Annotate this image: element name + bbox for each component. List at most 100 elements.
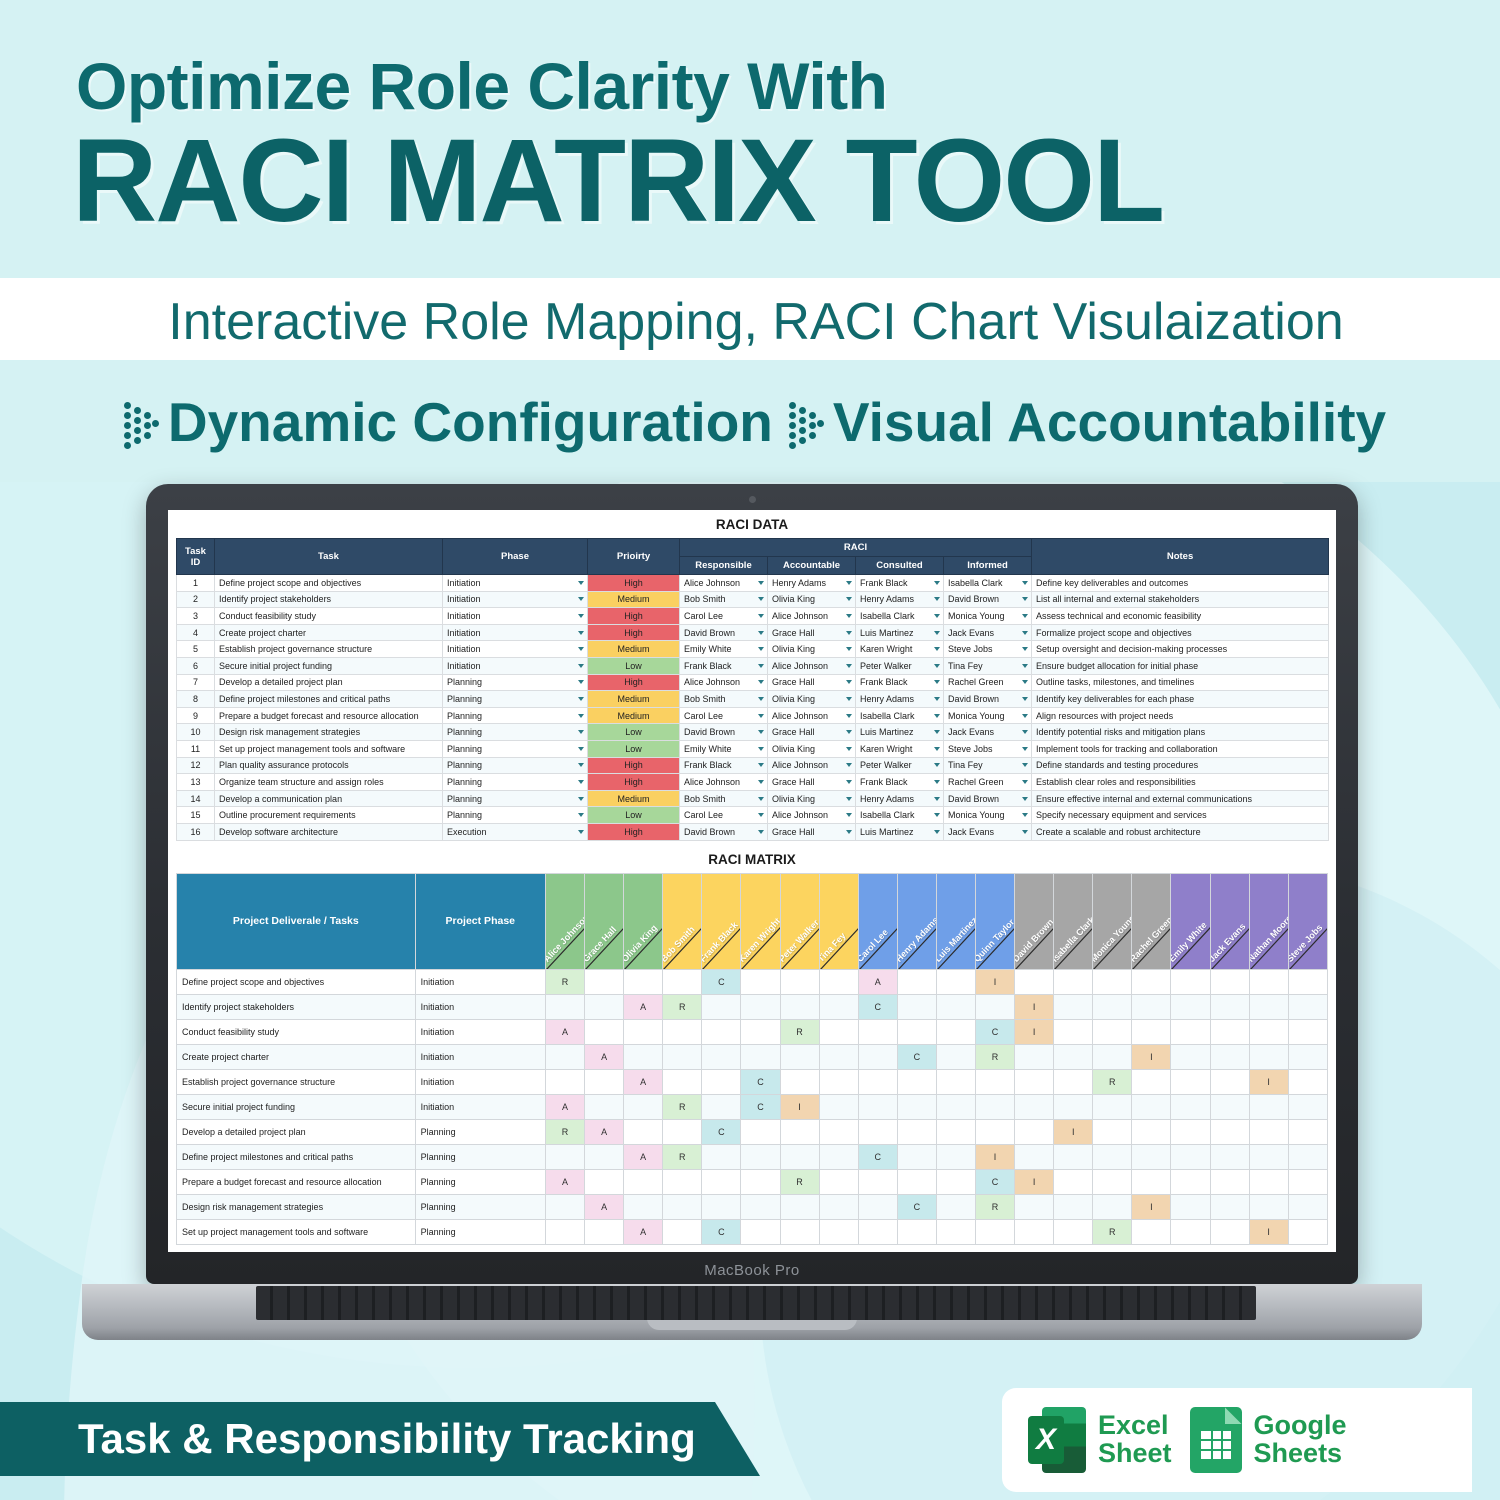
matrix-person-header-tina-fey[interactable]: Tina Fey: [818, 872, 859, 970]
cell-consulted-dropdown[interactable]: Karen Wright: [855, 640, 944, 658]
matrix-cell-I[interactable]: I: [1248, 1218, 1289, 1245]
matrix-cell-empty[interactable]: [1092, 1018, 1133, 1045]
cell-consulted-dropdown[interactable]: Henry Adams: [855, 590, 944, 609]
matrix-cell-empty[interactable]: [779, 1143, 820, 1170]
matrix-person-header-bob-smith[interactable]: Bob Smith: [662, 872, 703, 970]
matrix-cell-empty[interactable]: [1053, 1068, 1094, 1095]
matrix-cell-I[interactable]: I: [1053, 1118, 1094, 1145]
matrix-cell-I[interactable]: I: [974, 968, 1016, 995]
matrix-cell-C[interactable]: C: [701, 1218, 742, 1245]
matrix-cell-A[interactable]: A: [544, 1018, 586, 1045]
cell-consulted-dropdown[interactable]: Frank Black: [855, 773, 944, 791]
matrix-cell-C[interactable]: C: [701, 1118, 742, 1145]
cell-consulted-dropdown[interactable]: Isabella Clark: [855, 607, 944, 625]
cell-consulted-dropdown[interactable]: Karen Wright: [855, 739, 944, 758]
matrix-cell-empty[interactable]: [584, 968, 625, 995]
cell-informed-dropdown[interactable]: Tina Fey: [942, 656, 1033, 675]
matrix-cell-empty[interactable]: [701, 1143, 742, 1170]
matrix-cell-empty[interactable]: [818, 1168, 859, 1195]
cell-responsible-dropdown[interactable]: Bob Smith: [679, 789, 768, 808]
matrix-cell-empty[interactable]: [818, 1143, 859, 1170]
matrix-row[interactable]: Define project milestones and critical p…: [176, 1143, 1329, 1170]
matrix-cell-empty[interactable]: [1092, 1193, 1133, 1220]
cell-accountable-dropdown[interactable]: Grace Hall: [767, 773, 856, 791]
matrix-cell-empty[interactable]: [974, 1218, 1016, 1245]
cell-priority-dropdown[interactable]: Medium: [587, 690, 680, 708]
cell-accountable-dropdown[interactable]: Olivia King: [767, 590, 856, 609]
cell-priority-dropdown[interactable]: Medium: [587, 640, 680, 658]
matrix-cell-empty[interactable]: [935, 993, 976, 1020]
col-header-task[interactable]: Task: [214, 538, 443, 575]
matrix-cell-empty[interactable]: [1053, 1018, 1094, 1045]
matrix-person-header-alice-johnson[interactable]: Alice Johnson: [544, 872, 586, 970]
matrix-cell-empty[interactable]: [623, 1168, 664, 1195]
matrix-cell-empty[interactable]: [1209, 1068, 1250, 1095]
matrix-cell-I[interactable]: I: [779, 1093, 820, 1120]
cell-phase-dropdown[interactable]: Planning: [442, 773, 588, 791]
matrix-cell-empty[interactable]: [1170, 1093, 1211, 1120]
matrix-row[interactable]: Identify project stakeholders Initiation A…: [176, 993, 1329, 1020]
matrix-cell-empty[interactable]: [1170, 1043, 1211, 1070]
matrix-cell-I[interactable]: I: [1014, 1168, 1055, 1195]
matrix-person-header-peter-walker[interactable]: Peter Walker: [779, 872, 820, 970]
matrix-col-header-deliverable[interactable]: Project Deliverale / Tasks: [176, 872, 416, 970]
matrix-cell-empty[interactable]: [623, 1093, 664, 1120]
matrix-cell-R[interactable]: R: [544, 1118, 586, 1145]
cell-responsible-dropdown[interactable]: Alice Johnson: [679, 673, 768, 692]
matrix-cell-empty[interactable]: [1248, 1043, 1289, 1070]
matrix-cell-empty[interactable]: [1248, 1118, 1289, 1145]
matrix-cell-empty[interactable]: [1092, 1043, 1133, 1070]
matrix-cell-empty[interactable]: [1131, 1018, 1172, 1045]
cell-responsible-dropdown[interactable]: Carol Lee: [679, 806, 768, 824]
cell-informed-dropdown[interactable]: Jack Evans: [942, 723, 1033, 741]
matrix-cell-empty[interactable]: [935, 1143, 976, 1170]
matrix-cell-empty[interactable]: [935, 1218, 976, 1245]
matrix-cell-empty[interactable]: [974, 1068, 1016, 1095]
table-row[interactable]: 15 Outline procurement requirements Planni…: [176, 806, 1330, 824]
cell-accountable-dropdown[interactable]: Alice Johnson: [767, 607, 856, 625]
matrix-cell-empty[interactable]: [740, 993, 781, 1020]
matrix-row[interactable]: Create project charter Initiation A C R I: [176, 1043, 1329, 1070]
matrix-cell-empty[interactable]: [544, 1043, 586, 1070]
matrix-cell-empty[interactable]: [1209, 1193, 1250, 1220]
matrix-cell-empty[interactable]: [662, 1043, 703, 1070]
matrix-cell-empty[interactable]: [701, 1043, 742, 1070]
cell-priority-dropdown[interactable]: Low: [587, 723, 680, 741]
cell-accountable-dropdown[interactable]: Alice Johnson: [767, 806, 856, 824]
table-row[interactable]: 7 Develop a detailed project plan Planning…: [176, 673, 1330, 692]
matrix-cell-empty[interactable]: [818, 1018, 859, 1045]
matrix-cell-empty[interactable]: [701, 1068, 742, 1095]
col-header-responsible[interactable]: Responsible: [679, 556, 768, 575]
cell-accountable-dropdown[interactable]: Grace Hall: [767, 723, 856, 741]
cell-accountable-dropdown[interactable]: Alice Johnson: [767, 706, 856, 725]
matrix-cell-empty[interactable]: [740, 1168, 781, 1195]
cell-accountable-dropdown[interactable]: Olivia King: [767, 690, 856, 708]
matrix-person-header-isabella-clark[interactable]: Isabella Clark: [1053, 872, 1094, 970]
matrix-cell-empty[interactable]: [1053, 968, 1094, 995]
matrix-person-header-luis-martinez[interactable]: Luis Martinez: [935, 872, 976, 970]
matrix-cell-empty[interactable]: [701, 1018, 742, 1045]
matrix-cell-empty[interactable]: [1053, 1168, 1094, 1195]
table-row[interactable]: 1 Define project scope and objectives Init…: [176, 574, 1330, 592]
matrix-person-header-nathan-moore[interactable]: Nathan Moore: [1248, 872, 1289, 970]
matrix-cell-I[interactable]: I: [1014, 1018, 1055, 1045]
matrix-cell-empty[interactable]: [779, 1043, 820, 1070]
matrix-cell-empty[interactable]: [1053, 1218, 1094, 1245]
cell-phase-dropdown[interactable]: Planning: [442, 789, 588, 808]
matrix-cell-empty[interactable]: [1209, 1143, 1250, 1170]
cell-phase-dropdown[interactable]: Initiation: [442, 656, 588, 675]
cell-informed-dropdown[interactable]: David Brown: [942, 590, 1033, 609]
matrix-cell-empty[interactable]: [1092, 993, 1133, 1020]
matrix-cell-empty[interactable]: [1248, 1093, 1289, 1120]
matrix-cell-empty[interactable]: [1248, 968, 1289, 995]
cell-informed-dropdown[interactable]: Monica Young: [942, 607, 1033, 625]
cell-phase-dropdown[interactable]: Planning: [442, 756, 588, 775]
table-row[interactable]: 13 Organize team structure and assign rol…: [176, 773, 1330, 791]
matrix-cell-empty[interactable]: [623, 1118, 664, 1145]
matrix-cell-empty[interactable]: [779, 1068, 820, 1095]
matrix-cell-empty[interactable]: [857, 1218, 898, 1245]
matrix-cell-empty[interactable]: [1131, 1218, 1172, 1245]
matrix-row[interactable]: Design risk management strategies Plannin…: [176, 1193, 1329, 1220]
matrix-cell-empty[interactable]: [1014, 1043, 1055, 1070]
matrix-row[interactable]: Prepare a budget forecast and resource a…: [176, 1168, 1329, 1195]
